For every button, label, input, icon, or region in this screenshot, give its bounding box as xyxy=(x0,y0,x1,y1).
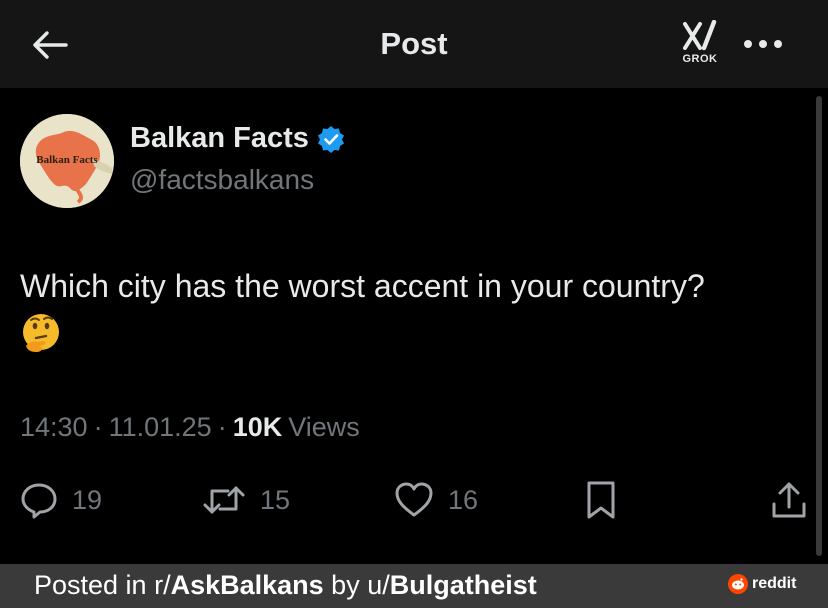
footer-caption: Posted in r/AskBalkans by u/Bulgatheist xyxy=(34,570,537,601)
action-bar: 19 15 16 xyxy=(0,474,828,526)
post-time: 14:30 xyxy=(20,412,88,442)
subreddit-link[interactable]: AskBalkans xyxy=(171,570,324,600)
reddit-footer: Posted in r/AskBalkans by u/Bulgatheist … xyxy=(0,564,828,608)
reddit-logo-icon xyxy=(728,574,748,594)
meta-separator: · xyxy=(93,412,103,442)
share-icon xyxy=(772,482,806,518)
more-options-button[interactable] xyxy=(740,30,786,58)
reply-icon xyxy=(21,483,57,519)
footer-prefix: Posted in r/ xyxy=(34,570,171,600)
more-horizontal-icon xyxy=(744,40,782,48)
reply-button[interactable]: 19 xyxy=(20,474,102,526)
like-count: 16 xyxy=(448,484,479,515)
thinking-face-emoji xyxy=(20,312,62,354)
bookmark-icon xyxy=(587,481,615,519)
avatar[interactable]: Balkan Facts xyxy=(20,114,114,208)
meta-separator: · xyxy=(217,412,227,442)
reddit-badge: reddit xyxy=(728,574,796,594)
post-text: Which city has the worst accent in your … xyxy=(20,268,705,304)
bookmark-button[interactable] xyxy=(584,474,618,526)
grok-label: GROK xyxy=(682,53,718,65)
footer-middle: by u/ xyxy=(323,570,390,600)
like-button[interactable]: 16 xyxy=(394,474,478,526)
verified-badge-icon xyxy=(317,125,344,153)
reply-count: 19 xyxy=(72,484,103,515)
avatar-label: Balkan Facts xyxy=(36,154,98,166)
share-button[interactable] xyxy=(770,474,808,526)
grok-button[interactable]: GROK xyxy=(676,20,724,72)
author-name[interactable]: Balkan Facts xyxy=(130,122,345,155)
heart-icon xyxy=(395,482,433,517)
post-date: 11.01.25 xyxy=(108,412,212,442)
repost-icon xyxy=(203,486,245,514)
username-link[interactable]: Bulgatheist xyxy=(390,570,537,600)
reddit-wordmark: reddit xyxy=(752,575,797,592)
author-name-text: Balkan Facts xyxy=(130,122,309,154)
repost-button[interactable]: 15 xyxy=(202,474,290,526)
post-meta: 14:30 · 11.01.25 · 10K Views xyxy=(20,412,360,443)
repost-count: 15 xyxy=(260,484,291,515)
top-bar: Post GROK xyxy=(0,0,828,88)
views-label[interactable]: Views xyxy=(288,412,360,443)
views-count[interactable]: 10K xyxy=(233,412,283,443)
grok-icon xyxy=(683,20,717,51)
author-handle[interactable]: @factsbalkans xyxy=(130,164,314,196)
